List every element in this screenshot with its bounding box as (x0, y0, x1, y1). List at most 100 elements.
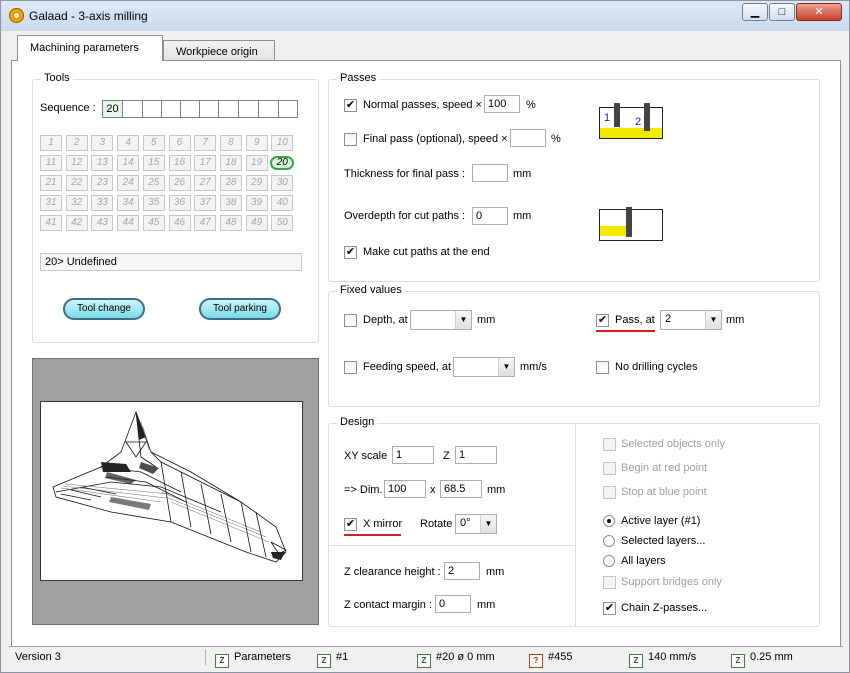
tool-slot[interactable]: 7 (194, 135, 217, 151)
tool-slot[interactable]: 14 (117, 155, 140, 171)
minimize-button[interactable]: ▁ (742, 3, 768, 21)
depth-combo[interactable]: ▼ (410, 310, 472, 330)
pass-checkbox[interactable]: ✔ (596, 314, 609, 327)
chevron-down-icon[interactable]: ▼ (455, 311, 471, 329)
thickness-input[interactable] (472, 164, 508, 182)
z-clearance-input[interactable] (444, 562, 480, 580)
dim-x-input[interactable] (384, 480, 426, 498)
selected-objects-checkbox[interactable] (603, 438, 616, 451)
tool-slot[interactable]: 29 (245, 175, 268, 191)
cut-paths-checkbox[interactable]: ✔ (344, 246, 357, 259)
sequence-slot[interactable]: 20 (103, 101, 123, 117)
tool-slot[interactable]: 22 (65, 175, 88, 191)
tool-slot[interactable]: 26 (168, 175, 191, 191)
tool-slot[interactable]: 42 (65, 215, 88, 231)
sequence-slot[interactable] (259, 101, 279, 117)
tool-slot[interactable]: 39 (245, 195, 268, 211)
tool-slot[interactable]: 46 (168, 215, 191, 231)
z-scale-input[interactable] (455, 446, 497, 464)
tool-slot[interactable]: 43 (91, 215, 114, 231)
all-layers-radio[interactable] (603, 555, 615, 567)
sequence-slot[interactable] (219, 101, 239, 117)
sequence-slot[interactable] (143, 101, 162, 117)
tool-slot[interactable]: 24 (117, 175, 140, 191)
chain-z-checkbox[interactable]: ✔ (603, 602, 616, 615)
z-contact-input[interactable] (435, 595, 471, 613)
feeding-speed-combo[interactable]: ▼ (453, 357, 515, 377)
sequence-slot[interactable] (181, 101, 200, 117)
tool-slot[interactable]: 17 (194, 155, 217, 171)
normal-speed-input[interactable] (484, 95, 520, 113)
tool-slot[interactable]: 10 (271, 135, 294, 151)
tool-slot[interactable]: 38 (219, 195, 242, 211)
tool-slot[interactable]: 13 (91, 155, 114, 171)
no-drilling-checkbox[interactable] (596, 361, 609, 374)
rotate-combo[interactable]: 0° ▼ (455, 514, 497, 534)
pass-combo[interactable]: 2 ▼ (660, 310, 722, 330)
tool-slot[interactable]: 32 (65, 195, 88, 211)
xy-scale-input[interactable] (392, 446, 434, 464)
tool-slot[interactable]: 21 (40, 175, 62, 191)
tool-slot[interactable]: 5 (142, 135, 165, 151)
tool-slot[interactable]: 45 (142, 215, 165, 231)
tool-slot[interactable]: 15 (142, 155, 165, 171)
tool-slot[interactable]: 23 (91, 175, 114, 191)
tool-slot[interactable]: 48 (219, 215, 242, 231)
x-mirror-checkbox[interactable]: ✔ (344, 518, 357, 531)
tab-workpiece-origin[interactable]: Workpiece origin (163, 40, 275, 61)
tool-slot[interactable]: 16 (168, 155, 191, 171)
design-preview[interactable] (32, 358, 319, 625)
tool-slot[interactable]: 1 (40, 135, 62, 151)
tool-slot[interactable]: 28 (219, 175, 242, 191)
tool-slot[interactable]: 27 (194, 175, 217, 191)
tool-slot[interactable]: 18 (219, 155, 242, 171)
tool-slot[interactable]: 50 (271, 215, 294, 231)
maximize-button[interactable]: □ (769, 3, 795, 21)
tool-slot[interactable]: 30 (271, 175, 294, 191)
tool-slot[interactable]: 40 (271, 195, 294, 211)
tool-parking-button[interactable]: Tool parking (199, 298, 281, 320)
tool-slot[interactable]: 11 (40, 155, 62, 171)
tool-slot[interactable]: 41 (40, 215, 62, 231)
tool-slot[interactable]: 19 (245, 155, 268, 171)
chevron-down-icon[interactable]: ▼ (705, 311, 721, 329)
title-bar[interactable]: Galaad - 3-axis milling ▁ □ ✕ (1, 1, 849, 31)
tool-slot[interactable]: 47 (194, 215, 217, 231)
sequence-slot[interactable] (162, 101, 181, 117)
tool-slot[interactable]: 49 (245, 215, 268, 231)
support-bridges-checkbox[interactable] (603, 576, 616, 589)
final-speed-input[interactable] (510, 129, 546, 147)
tool-slot[interactable]: 3 (91, 135, 114, 151)
tool-slot[interactable]: 25 (142, 175, 165, 191)
tool-slot[interactable]: 31 (40, 195, 62, 211)
depth-checkbox[interactable] (344, 314, 357, 327)
tool-slot[interactable]: 34 (117, 195, 140, 211)
tool-slot[interactable]: 33 (91, 195, 114, 211)
active-layer-radio[interactable] (603, 515, 615, 527)
sequence-slot[interactable] (239, 101, 259, 117)
tool-slot[interactable]: 44 (117, 215, 140, 231)
sequence-bar[interactable]: 20 (102, 100, 298, 118)
tool-slot[interactable]: 37 (194, 195, 217, 211)
stop-blue-checkbox[interactable] (603, 486, 616, 499)
tab-machining-parameters[interactable]: Machining parameters (17, 35, 163, 61)
dim-y-input[interactable] (440, 480, 482, 498)
tool-slot[interactable]: 6 (168, 135, 191, 151)
tool-slot-selected[interactable]: 20 (270, 156, 295, 170)
selected-layers-radio[interactable] (603, 535, 615, 547)
tool-slot[interactable]: 12 (65, 155, 88, 171)
final-pass-checkbox[interactable] (344, 133, 357, 146)
chevron-down-icon[interactable]: ▼ (480, 515, 496, 533)
overdepth-input[interactable] (472, 207, 508, 225)
tool-slot[interactable]: 2 (65, 135, 88, 151)
tool-slot[interactable]: 36 (168, 195, 191, 211)
normal-passes-checkbox[interactable]: ✔ (344, 99, 357, 112)
sequence-slot[interactable] (200, 101, 219, 117)
feeding-speed-checkbox[interactable] (344, 361, 357, 374)
tool-slot[interactable]: 4 (117, 135, 140, 151)
tool-slot[interactable]: 9 (245, 135, 268, 151)
tool-change-button[interactable]: Tool change (63, 298, 145, 320)
chevron-down-icon[interactable]: ▼ (498, 358, 514, 376)
sequence-slot[interactable] (123, 101, 143, 117)
begin-red-checkbox[interactable] (603, 462, 616, 475)
